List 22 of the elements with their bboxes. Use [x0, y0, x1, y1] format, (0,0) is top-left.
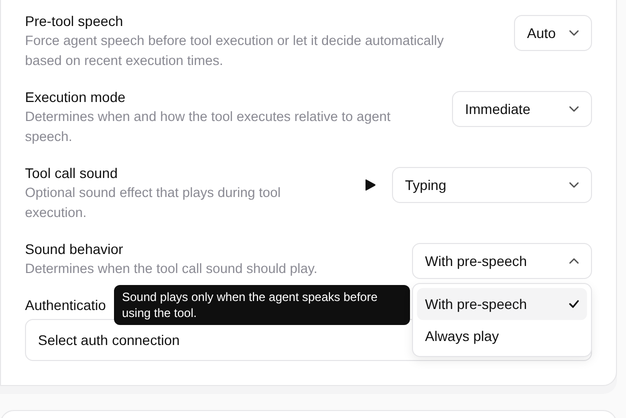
chevron-up-icon — [569, 258, 579, 264]
select-dropdown[interactable]: Auto — [514, 15, 592, 51]
chevron-down-icon — [569, 182, 579, 188]
setting-description: Optional sound effect that plays during tool execution. — [25, 184, 282, 222]
dropdown-option[interactable]: Always play — [417, 320, 587, 352]
check-icon — [569, 300, 579, 308]
play-icon[interactable] — [364, 179, 376, 191]
setting-label: Pre-tool speech — [25, 12, 124, 31]
setting-label: Sound behavior — [25, 240, 124, 259]
tooltip: Sound plays only when the agent speaks before using the tool. — [114, 285, 410, 325]
setting-label: Execution mode — [25, 88, 126, 107]
setting-description: Force agent speech before tool execution or let it decide automatically based on recent execution times. — [25, 32, 445, 70]
setting-description: Determines when and how the tool executes relative to agent speech. — [25, 108, 392, 146]
select-dropdown[interactable]: With pre-speech — [412, 243, 592, 279]
chevron-down-icon — [569, 30, 579, 36]
setting-label: Tool call sound — [25, 164, 119, 183]
select-dropdown[interactable]: Immediate — [452, 91, 592, 127]
setting-label: Authenticatio — [25, 296, 106, 315]
chevron-down-icon — [569, 106, 579, 112]
setting-description: Determines when the tool call sound should play. — [25, 260, 318, 278]
dropdown-option[interactable]: With pre-speech — [417, 288, 587, 320]
select-dropdown[interactable]: Typing — [392, 167, 592, 203]
